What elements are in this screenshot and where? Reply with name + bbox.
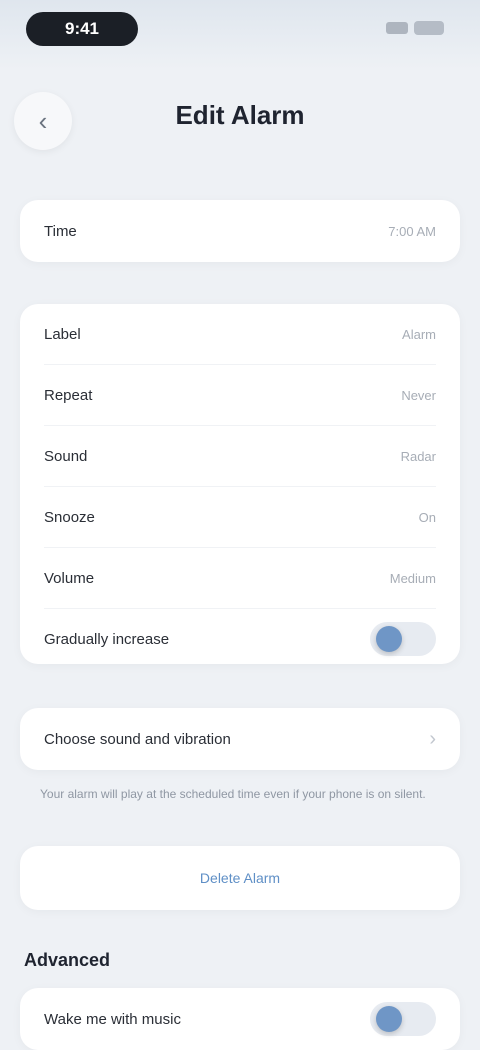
row-label: Repeat — [44, 386, 93, 404]
status-time: 9:41 — [26, 12, 138, 46]
row-value: Never — [401, 387, 436, 403]
status-bar: 9:41 — [0, 0, 480, 70]
row-label: Sound — [44, 447, 88, 465]
battery-icon — [414, 21, 444, 35]
row-label: Snooze — [44, 508, 95, 526]
delete-alarm-link[interactable]: Delete Alarm — [200, 870, 280, 886]
signal-icon — [386, 22, 408, 34]
row-value: Alarm — [402, 326, 436, 342]
section-header-advanced: Advanced — [24, 950, 111, 970]
delete-alarm-card[interactable]: Delete Alarm — [20, 846, 460, 910]
row-label: Gradually increase — [44, 630, 170, 648]
gradual-increase-toggle[interactable] — [370, 622, 436, 656]
settings-row-volume[interactable]: Volume Medium — [44, 548, 436, 609]
settings-card: Label Alarm Repeat Never Sound Radar Sno… — [20, 304, 460, 664]
status-indicators — [360, 18, 444, 38]
toggle-knob — [376, 1006, 402, 1032]
alarm-time-value: 7:00 AM — [388, 223, 436, 239]
row-value: Medium — [389, 570, 436, 586]
toggle-knob — [376, 626, 402, 652]
chevron-right-icon: › — [429, 727, 436, 750]
settings-row-repeat[interactable]: Repeat Never — [44, 365, 436, 426]
sound-vibration-label: Choose sound and vibration — [44, 730, 231, 748]
help-text: Your alarm will play at the scheduled ti… — [40, 787, 426, 801]
settings-row-sound[interactable]: Sound Radar — [44, 426, 436, 487]
settings-row-label[interactable]: Label Alarm — [44, 304, 436, 365]
feature-label: Wake me with music — [44, 1010, 181, 1028]
alarm-time-label: Time — [44, 222, 77, 240]
alarm-time-row[interactable]: Time 7:00 AM — [20, 200, 460, 262]
page-title: Edit Alarm — [175, 100, 305, 130]
row-label: Label — [44, 325, 81, 343]
feature-row: Wake me with music — [20, 988, 460, 1050]
row-label: Volume — [44, 569, 95, 587]
settings-row-gradual: Gradually increase — [44, 609, 436, 669]
row-value: On — [418, 509, 436, 525]
settings-row-snooze[interactable]: Snooze On — [44, 487, 436, 548]
sound-vibration-row[interactable]: Choose sound and vibration › — [20, 708, 460, 770]
row-value: Radar — [400, 448, 436, 464]
feature-toggle[interactable] — [370, 1002, 436, 1036]
